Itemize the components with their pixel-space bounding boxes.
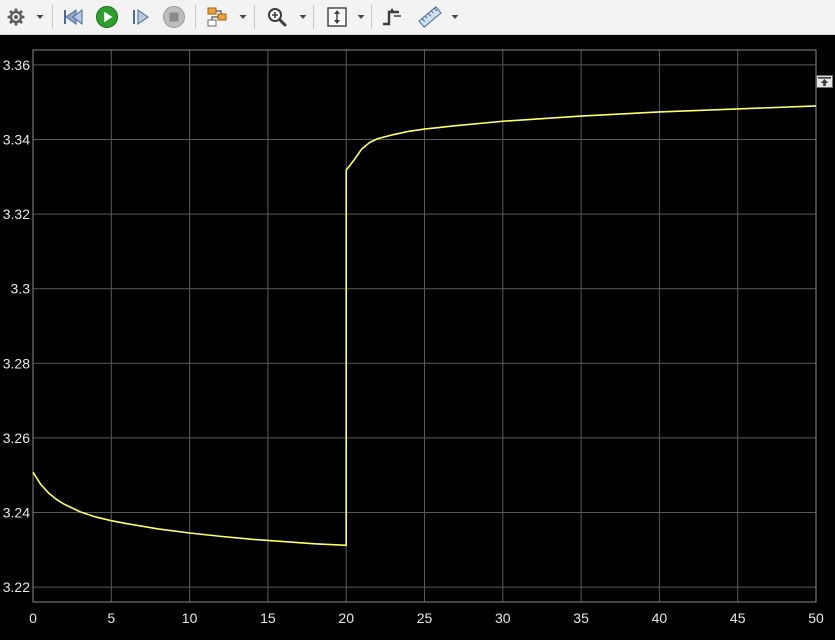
toolbar-separator	[371, 5, 372, 29]
x-tick-label: 25	[417, 610, 433, 626]
y-tick-label: 3.24	[3, 504, 30, 520]
step-forward-icon	[130, 7, 152, 27]
stop-icon	[162, 5, 186, 29]
autoscale-menu-caret[interactable]	[356, 10, 366, 24]
y-tick-label: 3.32	[3, 206, 30, 222]
play-icon	[95, 5, 119, 29]
y-tick-label: 3.22	[3, 579, 30, 595]
toolbar-separator	[254, 5, 255, 29]
x-tick-label: 35	[573, 610, 589, 626]
toolbar-separator	[313, 5, 314, 29]
stop-button[interactable]	[161, 4, 187, 30]
signal-plot: 0 5 10 15 20 25 30 35 40 45 50 3.22 3.24 3.26 3.28 3.3 3…	[3, 49, 824, 626]
settings-button[interactable]	[3, 4, 29, 30]
x-tick-label: 5	[107, 610, 115, 626]
grid-lines	[33, 50, 816, 602]
chevron-down-icon	[357, 15, 365, 19]
zoom-menu-caret[interactable]	[298, 10, 308, 24]
x-tick-label: 15	[260, 610, 276, 626]
chevron-down-icon	[451, 15, 459, 19]
chevron-down-icon	[239, 15, 247, 19]
scope-window: 0 5 10 15 20 25 30 35 40 45 50 3.22 3.24 3.26 3.28 3.3 3…	[0, 0, 835, 640]
gear-icon	[6, 7, 26, 27]
x-tick-label: 10	[182, 610, 198, 626]
x-tick-label: 40	[652, 610, 668, 626]
scope-display: 0 5 10 15 20 25 30 35 40 45 50 3.22 3.24 3.26 3.28 3.3 3…	[0, 35, 835, 640]
step-back-button[interactable]	[60, 4, 86, 30]
chevron-down-icon	[299, 15, 307, 19]
step-forward-button[interactable]	[128, 4, 154, 30]
y-tick-label: 3.34	[3, 132, 30, 148]
ruler-icon	[418, 5, 442, 29]
undock-legend-button[interactable]	[816, 75, 833, 88]
settings-menu-caret[interactable]	[35, 10, 45, 24]
y-tick-label: 3.3	[11, 281, 31, 297]
x-tick-label: 20	[338, 610, 354, 626]
measurements-button[interactable]	[417, 4, 443, 30]
y-tick-label: 3.36	[3, 57, 30, 73]
x-tick-label: 30	[495, 610, 511, 626]
zoom-in-icon	[266, 6, 288, 28]
measurements-menu-caret[interactable]	[450, 10, 460, 24]
chevron-down-icon	[36, 15, 44, 19]
toolbar-separator	[195, 5, 196, 29]
x-tick-label: 50	[808, 610, 824, 626]
highlight-block-button[interactable]	[204, 4, 230, 30]
autoscale-button[interactable]	[324, 4, 350, 30]
trigger-icon	[381, 6, 403, 28]
scope-toolbar	[0, 0, 835, 35]
y-tick-label: 3.28	[3, 355, 30, 371]
toolbar-separator	[52, 5, 53, 29]
tick-labels: 0 5 10 15 20 25 30 35 40 45 50 3.22 3.24 3.26 3.28 3.3 3…	[3, 57, 824, 626]
y-tick-label: 3.26	[3, 430, 30, 446]
highlight-block-menu-caret[interactable]	[238, 10, 248, 24]
run-button[interactable]	[94, 4, 120, 30]
triggers-button[interactable]	[379, 4, 405, 30]
block-diagram-icon	[206, 6, 228, 28]
zoom-button[interactable]	[264, 4, 290, 30]
restore-icon	[816, 75, 833, 88]
fit-to-view-icon	[326, 6, 348, 28]
x-tick-label: 45	[730, 610, 746, 626]
step-back-icon	[62, 7, 84, 27]
x-tick-label: 0	[29, 610, 37, 626]
